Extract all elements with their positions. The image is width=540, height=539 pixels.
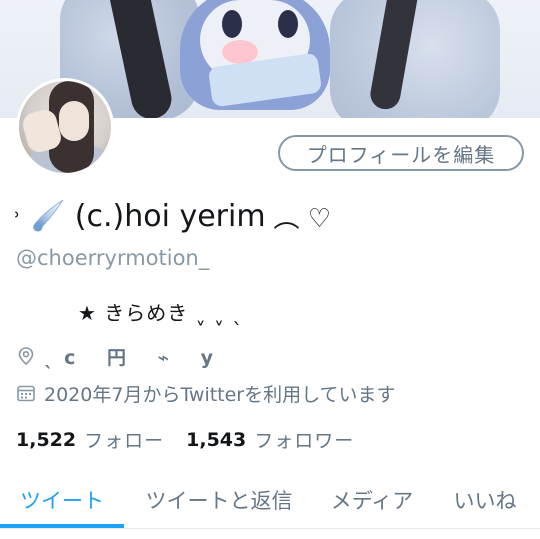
followers-stat[interactable]: 1,543 フォロワー xyxy=(186,426,354,453)
location-pin-icon xyxy=(18,347,34,366)
following-count: 1,522 xyxy=(16,428,77,451)
display-name-row: ˒ (c.)hoi yerim ︵ ♡ xyxy=(14,194,331,238)
profile-tabs: ツイート ツイートと返信 メディア いいね xyxy=(0,478,540,529)
banner-jacket-right xyxy=(330,0,500,118)
followers-count: 1,543 xyxy=(186,428,247,451)
following-label: フォロー xyxy=(84,430,165,452)
banner-plush-nose xyxy=(222,40,258,64)
joined-row: 2020年7月からTwitterを利用しています xyxy=(16,379,396,407)
tab-tweets-and-replies[interactable]: ツイートと返信 xyxy=(124,478,314,522)
tab-media[interactable]: メディア xyxy=(314,478,430,522)
followers-label: フォロワー xyxy=(254,430,355,452)
user-handle: @choerryrmotion_ xyxy=(16,246,210,270)
name-suffix: ︵ ♡ xyxy=(273,203,332,234)
avatar-face xyxy=(59,101,89,141)
tab-tweets[interactable]: ツイート xyxy=(0,478,124,522)
joined-text: 2020年7月からTwitterを利用しています xyxy=(44,383,396,406)
location-row: ˎ c 円 ⌁ y xyxy=(16,342,215,370)
display-name: (c.)hoi yerim xyxy=(74,198,266,234)
tab-likes[interactable]: いいね xyxy=(430,478,540,522)
follow-stats: 1,522 フォロー 1,543 フォロワー xyxy=(16,426,376,453)
profile-bio: ★ きらめき ˬ ˬ ˎ xyxy=(78,301,244,325)
comet-icon xyxy=(33,199,64,232)
name-prefix: ˒ xyxy=(14,203,21,229)
calendar-icon xyxy=(17,385,35,402)
avatar[interactable] xyxy=(16,78,114,176)
location-text: ˎ c 円 ⌁ y xyxy=(44,346,216,369)
banner-plush-eye-left xyxy=(222,10,242,38)
edit-profile-button[interactable]: プロフィールを編集 xyxy=(278,135,524,171)
following-stat[interactable]: 1,522 フォロー xyxy=(16,426,164,453)
avatar-image xyxy=(19,81,111,173)
banner-plush-eye-right xyxy=(278,10,298,38)
active-tab-indicator xyxy=(0,524,124,528)
